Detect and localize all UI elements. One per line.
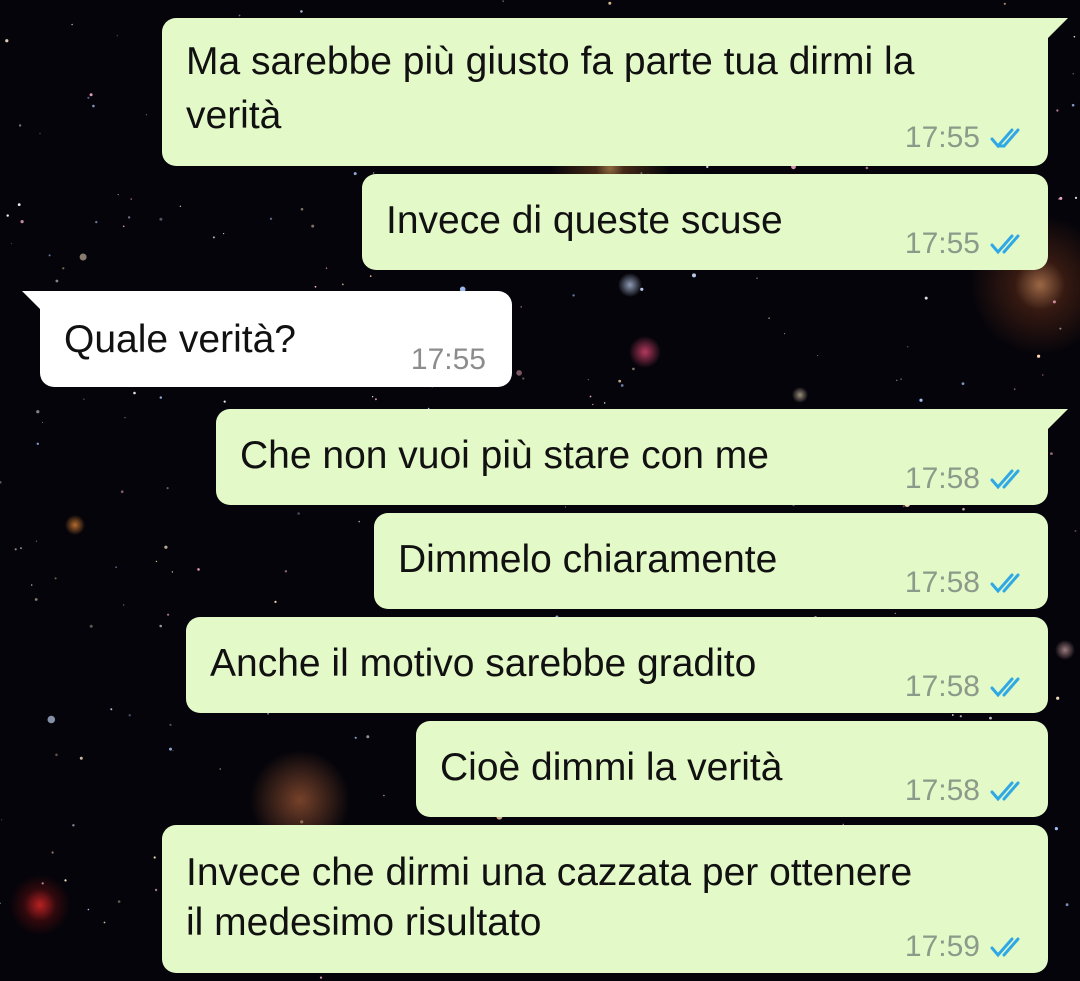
message-timestamp: 17:58: [904, 774, 980, 807]
message-bubble-outgoing[interactable]: Ma sarebbe più giusto fa parte tua dirmi…: [162, 18, 1048, 166]
message-timestamp: 17:55: [410, 343, 486, 376]
message-meta: 17:58: [905, 766, 1026, 815]
message-bubble-outgoing[interactable]: Che non vuoi più stare con me 17:58: [216, 409, 1048, 505]
double-check-icon: [990, 573, 1020, 593]
double-check-icon: [990, 937, 1020, 957]
message-meta: 17:59: [905, 922, 1026, 971]
message-meta: 17:55: [905, 219, 1026, 268]
message-meta: 17:58: [905, 454, 1026, 503]
message-text: Cioè dimmi la verità: [440, 746, 783, 789]
double-check-icon: [990, 128, 1020, 148]
message-text: Ma sarebbe più giusto fa parte tua dirmi…: [186, 40, 915, 83]
message-meta: 17:58: [905, 662, 1026, 711]
message-meta: 17:55: [905, 113, 1026, 162]
message-meta: 17:58: [905, 558, 1026, 607]
message-timestamp: 17:58: [904, 462, 980, 495]
double-check-icon: [990, 677, 1020, 697]
message-timestamp: 17:58: [904, 566, 980, 599]
message-text: Che non vuoi più stare con me: [240, 434, 769, 477]
double-check-icon: [990, 469, 1020, 489]
message-text: il medesimo risultato: [186, 901, 542, 944]
message-meta: 17:55: [411, 335, 486, 384]
message-timestamp: 17:58: [904, 670, 980, 703]
message-text: verità: [186, 94, 282, 137]
message-text: Quale verità?: [64, 318, 296, 361]
message-timestamp: 17:59: [904, 930, 980, 963]
message-bubble-incoming[interactable]: Quale verità? 17:55: [40, 291, 512, 387]
message-bubble-outgoing[interactable]: Invece che dirmi una cazzata per ottener…: [162, 825, 1048, 973]
message-bubble-outgoing[interactable]: Anche il motivo sarebbe gradito 17:58: [186, 617, 1048, 713]
message-bubble-outgoing[interactable]: Invece di queste scuse 17:55: [362, 174, 1048, 270]
message-text: Anche il motivo sarebbe gradito: [210, 642, 757, 685]
message-timestamp: 17:55: [904, 121, 980, 154]
double-check-icon: [990, 781, 1020, 801]
message-text: Dimmelo chiaramente: [398, 538, 778, 581]
double-check-icon: [990, 234, 1020, 254]
message-text: Invece che dirmi una cazzata per ottener…: [186, 851, 913, 894]
message-bubble-outgoing[interactable]: Cioè dimmi la verità 17:58: [416, 721, 1048, 817]
message-text: Invece di queste scuse: [386, 199, 783, 242]
message-bubble-outgoing[interactable]: Dimmelo chiaramente 17:58: [374, 513, 1048, 609]
message-timestamp: 17:55: [904, 227, 980, 260]
